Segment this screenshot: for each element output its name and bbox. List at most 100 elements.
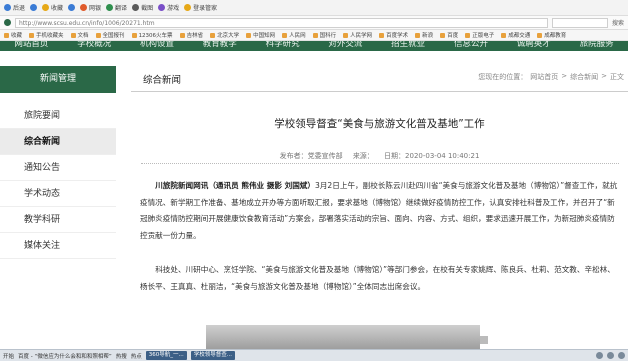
gamepad-icon [158,4,166,11]
clock-icon [618,352,625,359]
favorite-label: 正版电子 [472,33,495,39]
toolbar-item-3[interactable] [68,4,76,11]
toolbar-item-label: 翻译 [115,5,128,12]
taskbar-item[interactable]: 开始 [3,352,14,360]
sidebar-item[interactable]: 通知公告 [0,155,116,181]
bookmark-icon [343,32,349,38]
scissors-icon [132,4,140,11]
favorite-link[interactable]: 手机收藏夹 [29,31,64,39]
favorite-label: 成都交通 [508,33,531,39]
url-input[interactable]: http://www.scsu.edu.cn/info/1006/20271.h… [15,17,548,28]
favorite-link[interactable]: 正版电子 [465,31,494,39]
favorite-label: 新浪 [422,33,434,39]
bookmark-icon [179,32,185,38]
site-nav-item[interactable]: 学校概况 [63,41,126,49]
site-nav-item[interactable]: 旅院服务 [565,41,628,49]
site-nav-item[interactable]: 机构设置 [126,41,189,49]
favorite-label: 国科行 [319,33,337,39]
favorite-link[interactable]: 国科行 [312,31,337,39]
refresh-icon [68,4,76,11]
sidebar-item[interactable]: 综合新闻 [0,129,116,155]
toolbar-item-0[interactable]: 后退 [4,3,25,12]
taskbar-item[interactable]: 百度 - “微信应为什么会和和和照相帮” [18,352,112,360]
bookmark-icon [415,32,421,38]
sidebar-item[interactable]: 教学科研 [0,207,116,233]
breadcrumb-link[interactable]: 综合新闻 [570,72,598,82]
favorite-link[interactable]: 人民学网 [343,31,372,39]
bookmark-icon [131,32,137,38]
site-nav-item[interactable]: 对外交流 [314,41,377,49]
sidebar-list: 旅院要闻 综合新闻 通知公告 学术动态 教学科研 媒体关注 [0,103,116,259]
toolbar-item-8[interactable]: 登录管家 [184,3,217,12]
favorite-link[interactable]: 北京大学 [210,31,239,39]
publisher-label: 发布者： [279,152,308,160]
taskbar-window-button[interactable]: 学校领导督查... [190,351,235,360]
date-value: 2020-03-04 10:40:21 [405,152,480,160]
volume-icon [607,352,614,359]
favorite-link[interactable]: 新浪 [415,31,433,39]
taskbar-item[interactable]: 热点 [131,352,142,360]
favorite-label: 全国报刊 [102,33,125,39]
star-icon [42,4,50,11]
favorite-label: 文档 [77,33,89,39]
favorite-link[interactable]: 全国报刊 [95,31,125,39]
article-lead: 川旅院新闻网讯（通讯员 熊伟业 摄影 刘国斌） [155,181,315,190]
favorite-link[interactable]: 收藏 [4,31,22,39]
favorite-link[interactable]: 12306火车票 [131,31,173,39]
breadcrumb-link[interactable]: 网站首页 [530,72,558,82]
section-title: 综合新闻 [143,75,182,86]
source-label: 来源： [352,152,374,160]
article-paragraph-2: 科技处、川研中心、烹饪学院、“美食与旅游文化普及基地（博物馆）”等部门参会，在校… [140,265,615,291]
favorite-link[interactable]: 成都交通 [501,31,530,39]
address-bar: http://www.scsu.edu.cn/info/1006/20271.h… [0,16,628,30]
back-arrow-icon [4,4,11,11]
toolbar-item-6[interactable]: 截图 [132,3,153,12]
publisher-value: 党委宣传部 [307,152,343,160]
favorite-label: 手机收藏夹 [36,33,64,39]
scroll-handle[interactable] [480,336,488,344]
breadcrumb-text: > [561,72,568,80]
favorite-label: 人民学网 [350,33,373,39]
favorite-link[interactable]: 成都教育 [537,31,566,39]
toolbar-item-1[interactable] [30,4,38,11]
site-nav-item[interactable]: 招生就业 [377,41,440,49]
bookmark-icon [501,32,507,38]
bookmark-icon [70,32,76,38]
article-meta: 发布者：党委宣传部 来源： 日期：2020-03-04 10:40:21 [131,151,628,161]
favorite-label: 北京大学 [217,33,240,39]
favorite-link[interactable]: 人民网 [282,31,306,39]
site-nav-item[interactable]: 信息公开 [440,41,503,49]
translate-icon [106,4,114,11]
favorite-label: 12306火车票 [138,33,173,39]
bookmark-icon [312,32,318,38]
favorite-label: 人民网 [289,33,306,39]
site-nav-item[interactable]: 诚聘英才 [502,41,565,49]
favorite-link[interactable]: 文档 [70,31,89,39]
search-input[interactable] [551,17,608,28]
site-nav-item[interactable]: 科学研究 [251,41,314,49]
sidebar-item[interactable]: 学术动态 [0,181,116,207]
favorite-link[interactable]: 中国知网 [246,31,275,39]
toolbar-item-5[interactable]: 翻译 [106,3,127,12]
bookmark-icon [537,32,543,38]
site-nav-item[interactable]: 教育教学 [188,41,251,49]
taskbar-window-button[interactable]: 360导航_一... [145,351,187,360]
taskbar-item[interactable]: 热搜 [116,352,127,360]
os-taskbar: 开始 百度 - “微信应为什么会和和和照相帮” 热搜 热点 360导航_一... 学校领导… [0,349,628,361]
search-button[interactable]: 搜索 [612,18,624,27]
site-nav-item[interactable]: 网站首页 [0,41,63,49]
favorite-link[interactable]: 百度学术 [379,31,408,39]
sidebar-item[interactable]: 媒体关注 [0,233,116,259]
toolbar-item-7[interactable]: 游戏 [158,3,179,12]
breadcrumb: 您现在的位置： 网站首页 > 综合新闻 > 正文 [478,72,624,82]
toolbar-item-2[interactable]: 收藏 [42,3,63,12]
key-icon [184,4,192,11]
site-nav: 网站首页 学校概况 机构设置 教育教学 科学研究 对外交流 招生就业 信息公开 诚聘英才 旅院服务 [0,41,628,51]
toolbar-item-label: 网银 [89,5,102,12]
favorite-link[interactable]: 吉林省 [179,31,203,39]
toolbar-item-label: 后退 [13,5,26,12]
sidebar-item[interactable]: 旅院要闻 [0,103,116,129]
toolbar-item-4[interactable]: 网银 [80,3,101,12]
favorite-link[interactable]: 百度 [440,31,458,39]
meta-divider [141,163,619,164]
